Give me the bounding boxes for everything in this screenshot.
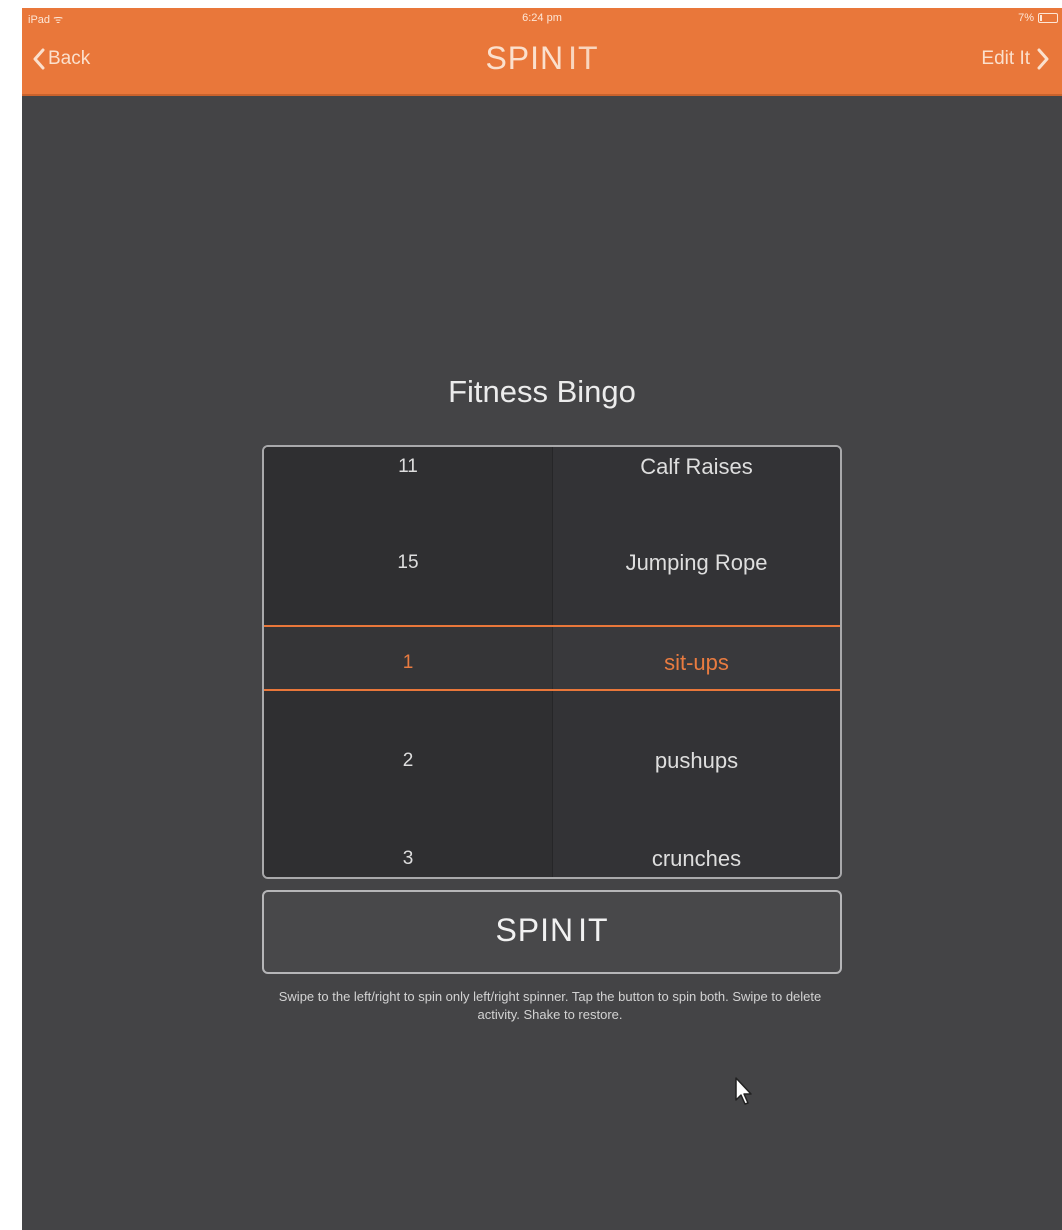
battery-percent: 7% (1018, 12, 1034, 24)
battery-icon (1038, 13, 1058, 23)
chevron-right-icon (1036, 48, 1050, 70)
mouse-pointer-icon (734, 1076, 756, 1111)
spin-button-main: SPIN (495, 912, 575, 948)
edit-button[interactable]: Edit It (981, 48, 1050, 70)
navigation-bar: Back SPIN IT Edit It (22, 30, 1062, 96)
page-title: Fitness Bingo (448, 374, 636, 409)
picker-item-activity[interactable]: Jumping Rope (553, 543, 840, 583)
picker-item-reps[interactable]: 15 (264, 543, 552, 583)
window-edge (0, 0, 22, 1230)
logo-main: SPIN (485, 40, 565, 76)
picker-item-activity[interactable]: Calf Raises (553, 447, 840, 487)
spin-it-button[interactable]: SPIN IT (262, 890, 842, 974)
picker-item-activity[interactable]: pushups (553, 741, 840, 781)
picker-item-reps[interactable]: 11 (264, 447, 552, 487)
battery-group: 7% (1018, 12, 1058, 24)
logo-sub: IT (568, 40, 599, 76)
status-bar: iPad ᯤ 6:24 pm 7% (22, 8, 1062, 30)
spin-it-logo: SPIN IT (264, 912, 840, 949)
spinner-picker[interactable]: 11 15 1 2 3 Calf Raises Jumping Rope sit… (262, 445, 842, 879)
picker-item-reps[interactable]: 3 (264, 839, 552, 877)
app-screen: iPad ᯤ 6:24 pm 7% Back SPIN IT Edit It Fi… (22, 8, 1062, 1230)
picker-item-activity[interactable]: crunches (553, 839, 840, 877)
picker-item-reps[interactable]: 2 (264, 741, 552, 781)
spin-button-sub: IT (578, 912, 609, 948)
selection-indicator (264, 625, 840, 691)
instructions-text: Swipe to the left/right to spin only lef… (278, 989, 822, 1022)
status-time: 6:24 pm (522, 12, 562, 24)
edit-label: Edit It (981, 48, 1030, 69)
app-logo: SPIN IT (22, 40, 1062, 77)
